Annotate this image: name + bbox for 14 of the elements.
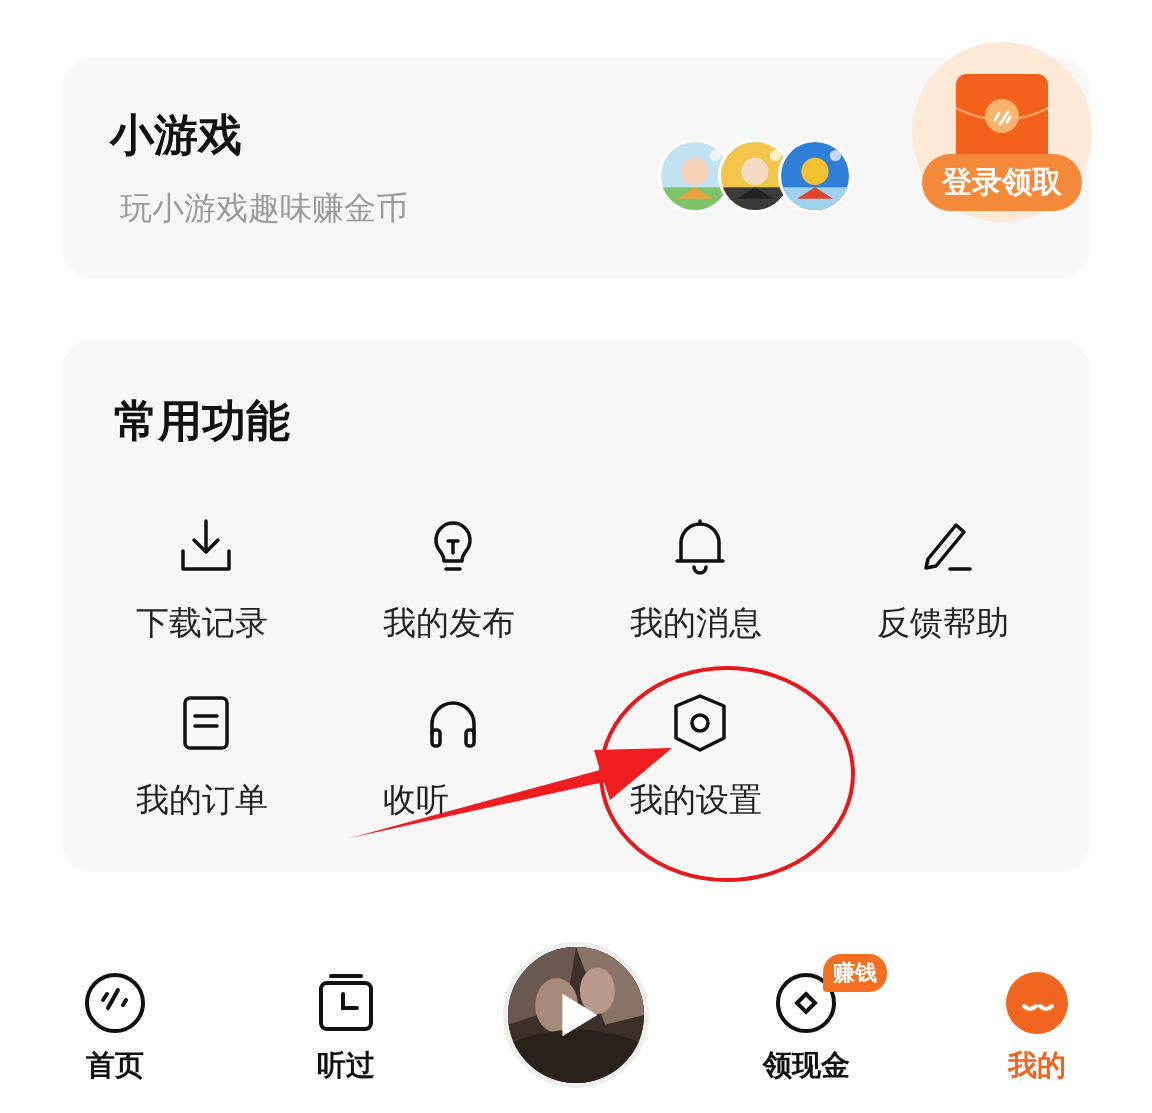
nav-tab[interactable]: 首页 [82,970,149,1086]
profile-icon [1003,970,1070,1036]
section-subtitle: 玩小游戏趣味赚金币 [120,187,408,229]
section-title: 常用功能 [114,394,291,448]
function-item[interactable]: 我的发布 [382,513,523,646]
function-item[interactable]: 下载记录 [135,513,276,646]
nav-tab[interactable]: 听过 [312,970,379,1086]
function-item[interactable]: 我的设置 [629,690,770,823]
section-title: 小游戏 [110,107,243,162]
function-item[interactable]: 我的消息 [629,513,770,646]
earn-badge: 赚钱 [822,954,887,992]
function-item[interactable]: 我的订单 [135,690,276,823]
function-item[interactable]: 收听 [382,690,523,823]
function-item[interactable]: 反馈帮助 [876,513,1017,646]
